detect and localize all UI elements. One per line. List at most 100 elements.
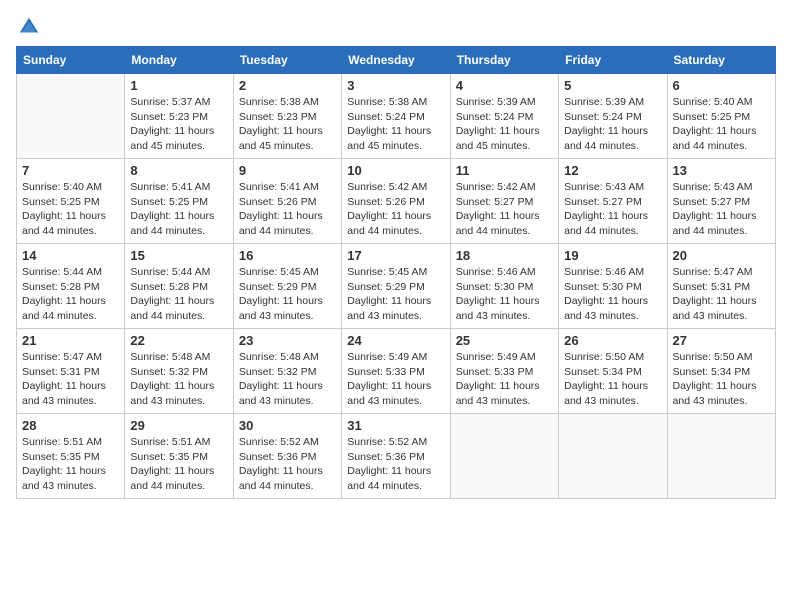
day-number: 25 [456, 333, 553, 348]
day-info: Sunrise: 5:49 AM Sunset: 5:33 PM Dayligh… [456, 350, 553, 409]
calendar-cell: 19 Sunrise: 5:46 AM Sunset: 5:30 PM Dayli… [559, 244, 667, 329]
day-info: Sunrise: 5:46 AM Sunset: 5:30 PM Dayligh… [456, 265, 553, 324]
logo [16, 16, 40, 38]
day-info: Sunrise: 5:47 AM Sunset: 5:31 PM Dayligh… [22, 350, 119, 409]
calendar-cell: 17 Sunrise: 5:45 AM Sunset: 5:29 PM Dayli… [342, 244, 450, 329]
calendar-cell: 24Sunrise: 5:49 AM Sunset: 5:33 PM Dayli… [342, 329, 450, 414]
calendar-cell: 29 Sunrise: 5:51 AM Sunset: 5:35 PM Dayli… [125, 414, 233, 499]
logo-icon [18, 16, 40, 38]
day-number: 23 [239, 333, 336, 348]
day-number: 14 [22, 248, 119, 263]
day-info: Sunrise: 5:51 AM Sunset: 5:35 PM Dayligh… [22, 435, 119, 494]
calendar-cell: 3 Sunrise: 5:38 AM Sunset: 5:24 PM Daylig… [342, 74, 450, 159]
day-number: 6 [673, 78, 770, 93]
day-number: 2 [239, 78, 336, 93]
day-number: 10 [347, 163, 444, 178]
calendar-cell: 4Sunrise: 5:39 AM Sunset: 5:24 PM Daylig… [450, 74, 558, 159]
day-number: 1 [130, 78, 227, 93]
day-info: Sunrise: 5:44 AM Sunset: 5:28 PM Dayligh… [130, 265, 227, 324]
calendar-cell: 27 Sunrise: 5:50 AM Sunset: 5:34 PM Dayli… [667, 329, 775, 414]
page-header [16, 16, 776, 38]
calendar-cell: 7 Sunrise: 5:40 AM Sunset: 5:25 PM Daylig… [17, 159, 125, 244]
calendar-cell [17, 74, 125, 159]
calendar-cell: 23 Sunrise: 5:48 AM Sunset: 5:32 PM Dayli… [233, 329, 341, 414]
calendar-cell: 15 Sunrise: 5:44 AM Sunset: 5:28 PM Dayli… [125, 244, 233, 329]
week-row-1: 1 Sunrise: 5:37 AM Sunset: 5:23 PM Daylig… [17, 74, 776, 159]
day-info: Sunrise: 5:50 AM Sunset: 5:34 PM Dayligh… [564, 350, 661, 409]
day-number: 27 [673, 333, 770, 348]
calendar-cell: 11 Sunrise: 5:42 AM Sunset: 5:27 PM Dayli… [450, 159, 558, 244]
calendar-cell: 6 Sunrise: 5:40 AM Sunset: 5:25 PM Daylig… [667, 74, 775, 159]
calendar-cell: 20Sunrise: 5:47 AM Sunset: 5:31 PM Dayli… [667, 244, 775, 329]
calendar-cell: 30 Sunrise: 5:52 AM Sunset: 5:36 PM Dayli… [233, 414, 341, 499]
day-number: 18 [456, 248, 553, 263]
day-info: Sunrise: 5:44 AM Sunset: 5:28 PM Dayligh… [22, 265, 119, 324]
calendar-cell: 12 Sunrise: 5:43 AM Sunset: 5:27 PM Dayli… [559, 159, 667, 244]
calendar-cell [667, 414, 775, 499]
calendar-cell [450, 414, 558, 499]
calendar-cell: 31 Sunrise: 5:52 AM Sunset: 5:36 PM Dayli… [342, 414, 450, 499]
day-number: 17 [347, 248, 444, 263]
calendar-body: 1 Sunrise: 5:37 AM Sunset: 5:23 PM Daylig… [17, 74, 776, 499]
day-info: Sunrise: 5:41 AM Sunset: 5:25 PM Dayligh… [130, 180, 227, 239]
calendar-cell: 9Sunrise: 5:41 AM Sunset: 5:26 PM Daylig… [233, 159, 341, 244]
calendar-cell: 5 Sunrise: 5:39 AM Sunset: 5:24 PM Daylig… [559, 74, 667, 159]
day-info: Sunrise: 5:45 AM Sunset: 5:29 PM Dayligh… [347, 265, 444, 324]
day-info: Sunrise: 5:43 AM Sunset: 5:27 PM Dayligh… [564, 180, 661, 239]
calendar-cell: 16 Sunrise: 5:45 AM Sunset: 5:29 PM Dayli… [233, 244, 341, 329]
day-number: 21 [22, 333, 119, 348]
week-row-5: 28 Sunrise: 5:51 AM Sunset: 5:35 PM Dayli… [17, 414, 776, 499]
calendar-header-row: SundayMondayTuesdayWednesdayThursdayFrid… [17, 47, 776, 74]
calendar-header-friday: Friday [559, 47, 667, 74]
day-number: 31 [347, 418, 444, 433]
day-number: 19 [564, 248, 661, 263]
day-info: Sunrise: 5:51 AM Sunset: 5:35 PM Dayligh… [130, 435, 227, 494]
calendar-cell: 1 Sunrise: 5:37 AM Sunset: 5:23 PM Daylig… [125, 74, 233, 159]
day-info: Sunrise: 5:52 AM Sunset: 5:36 PM Dayligh… [239, 435, 336, 494]
calendar-header-monday: Monday [125, 47, 233, 74]
day-info: Sunrise: 5:40 AM Sunset: 5:25 PM Dayligh… [22, 180, 119, 239]
calendar-cell: 2 Sunrise: 5:38 AM Sunset: 5:23 PM Daylig… [233, 74, 341, 159]
calendar-cell: 8Sunrise: 5:41 AM Sunset: 5:25 PM Daylig… [125, 159, 233, 244]
week-row-4: 21 Sunrise: 5:47 AM Sunset: 5:31 PM Dayli… [17, 329, 776, 414]
day-info: Sunrise: 5:52 AM Sunset: 5:36 PM Dayligh… [347, 435, 444, 494]
day-info: Sunrise: 5:37 AM Sunset: 5:23 PM Dayligh… [130, 95, 227, 154]
day-number: 22 [130, 333, 227, 348]
day-number: 5 [564, 78, 661, 93]
day-number: 28 [22, 418, 119, 433]
calendar-cell [559, 414, 667, 499]
day-number: 15 [130, 248, 227, 263]
day-number: 4 [456, 78, 553, 93]
day-info: Sunrise: 5:45 AM Sunset: 5:29 PM Dayligh… [239, 265, 336, 324]
day-info: Sunrise: 5:38 AM Sunset: 5:24 PM Dayligh… [347, 95, 444, 154]
calendar-table: SundayMondayTuesdayWednesdayThursdayFrid… [16, 46, 776, 499]
day-info: Sunrise: 5:46 AM Sunset: 5:30 PM Dayligh… [564, 265, 661, 324]
day-number: 29 [130, 418, 227, 433]
day-number: 12 [564, 163, 661, 178]
day-info: Sunrise: 5:50 AM Sunset: 5:34 PM Dayligh… [673, 350, 770, 409]
day-number: 30 [239, 418, 336, 433]
day-number: 24 [347, 333, 444, 348]
day-info: Sunrise: 5:40 AM Sunset: 5:25 PM Dayligh… [673, 95, 770, 154]
day-info: Sunrise: 5:38 AM Sunset: 5:23 PM Dayligh… [239, 95, 336, 154]
calendar-header-sunday: Sunday [17, 47, 125, 74]
calendar-cell: 10 Sunrise: 5:42 AM Sunset: 5:26 PM Dayli… [342, 159, 450, 244]
day-number: 13 [673, 163, 770, 178]
calendar-cell: 25 Sunrise: 5:49 AM Sunset: 5:33 PM Dayli… [450, 329, 558, 414]
day-info: Sunrise: 5:48 AM Sunset: 5:32 PM Dayligh… [239, 350, 336, 409]
day-number: 3 [347, 78, 444, 93]
calendar-cell: 21 Sunrise: 5:47 AM Sunset: 5:31 PM Dayli… [17, 329, 125, 414]
day-number: 26 [564, 333, 661, 348]
week-row-2: 7 Sunrise: 5:40 AM Sunset: 5:25 PM Daylig… [17, 159, 776, 244]
week-row-3: 14 Sunrise: 5:44 AM Sunset: 5:28 PM Dayli… [17, 244, 776, 329]
day-number: 20 [673, 248, 770, 263]
calendar-header-tuesday: Tuesday [233, 47, 341, 74]
day-number: 11 [456, 163, 553, 178]
day-number: 7 [22, 163, 119, 178]
day-number: 16 [239, 248, 336, 263]
day-info: Sunrise: 5:42 AM Sunset: 5:26 PM Dayligh… [347, 180, 444, 239]
day-info: Sunrise: 5:42 AM Sunset: 5:27 PM Dayligh… [456, 180, 553, 239]
day-info: Sunrise: 5:48 AM Sunset: 5:32 PM Dayligh… [130, 350, 227, 409]
day-info: Sunrise: 5:39 AM Sunset: 5:24 PM Dayligh… [564, 95, 661, 154]
calendar-cell: 18 Sunrise: 5:46 AM Sunset: 5:30 PM Dayli… [450, 244, 558, 329]
